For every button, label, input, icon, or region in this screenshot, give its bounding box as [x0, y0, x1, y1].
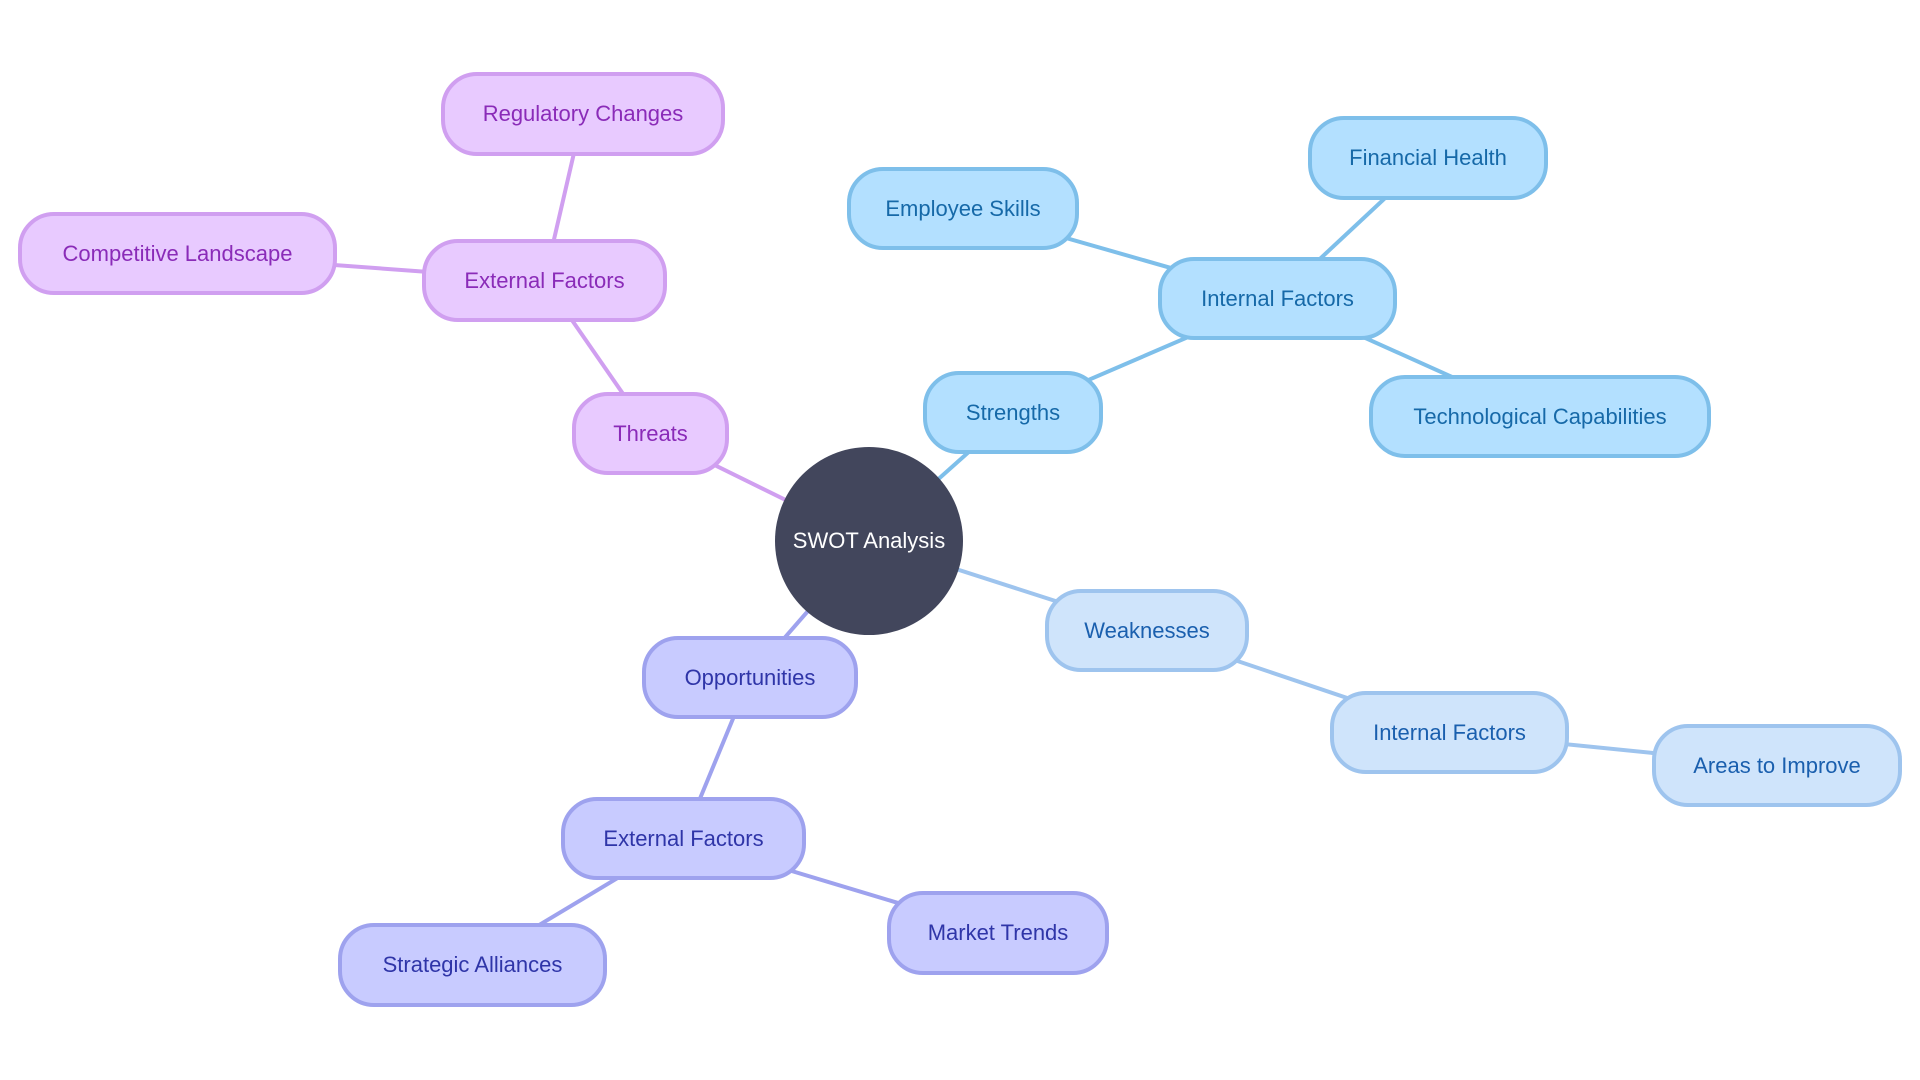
node-market-trends[interactable]: Market Trends: [887, 891, 1109, 975]
node-label: Internal Factors: [1201, 285, 1354, 311]
node-label: Strengths: [965, 399, 1061, 425]
node-label: Regulatory Changes: [482, 101, 684, 126]
node-label: Areas to Improve: [1693, 752, 1861, 778]
node-label: Weaknesses: [1084, 617, 1210, 643]
node-label: Technological Capabilities: [1413, 403, 1667, 429]
node-label: Strategic Alliances: [382, 952, 563, 977]
node-label: Competitive Landscape: [62, 240, 293, 266]
node-opportunities-external-factors[interactable]: External Factors: [561, 797, 806, 880]
node-threats[interactable]: Threats: [572, 392, 729, 475]
node-strengths-internal-factors[interactable]: Internal Factors: [1158, 257, 1397, 340]
node-label: Internal Factors: [1373, 719, 1526, 745]
node-technological-capabilities[interactable]: Technological Capabilities: [1369, 375, 1711, 458]
node-label: Financial Health: [1349, 145, 1507, 170]
node-label: External Factors: [603, 825, 764, 851]
node-label: Employee Skills: [885, 195, 1041, 221]
node-areas-to-improve[interactable]: Areas to Improve: [1652, 724, 1902, 807]
root-node-label: SWOT Analysis: [792, 528, 946, 553]
root-node-swot-analysis[interactable]: SWOT Analysis: [775, 447, 963, 635]
node-regulatory-changes[interactable]: Regulatory Changes: [441, 72, 725, 156]
node-employee-skills[interactable]: Employee Skills: [847, 167, 1079, 250]
node-strategic-alliances[interactable]: Strategic Alliances: [338, 923, 607, 1007]
node-weaknesses-internal-factors[interactable]: Internal Factors: [1330, 691, 1569, 774]
node-label: Market Trends: [927, 920, 1069, 945]
node-financial-health[interactable]: Financial Health: [1308, 116, 1548, 200]
node-competitive-landscape[interactable]: Competitive Landscape: [18, 212, 337, 295]
node-label: Threats: [613, 420, 688, 446]
node-weaknesses[interactable]: Weaknesses: [1045, 589, 1249, 672]
node-label: Opportunities: [684, 664, 816, 690]
node-opportunities[interactable]: Opportunities: [642, 636, 858, 719]
node-label: External Factors: [464, 267, 625, 293]
node-threats-external-factors[interactable]: External Factors: [422, 239, 667, 322]
node-strengths[interactable]: Strengths: [923, 371, 1103, 454]
